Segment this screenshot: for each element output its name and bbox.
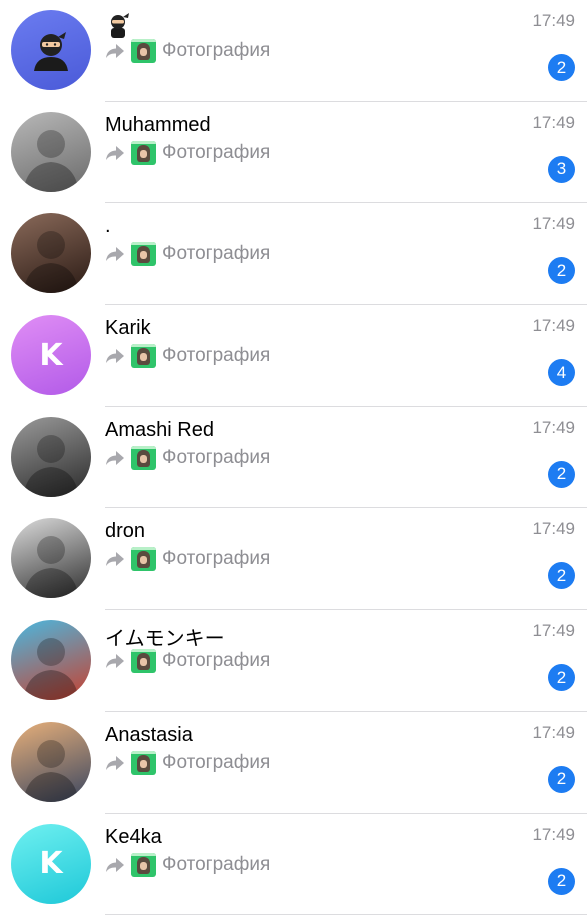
forward-arrow-icon bbox=[106, 247, 124, 262]
row-divider bbox=[105, 914, 587, 916]
chat-time: 17:49 bbox=[532, 722, 575, 742]
preview-text: Фотография bbox=[162, 40, 271, 61]
avatar[interactable] bbox=[11, 721, 91, 802]
photo-thumbnail-icon bbox=[131, 39, 156, 63]
chat-name: Amashi Red bbox=[105, 418, 214, 441]
preview-text: Фотография bbox=[162, 650, 271, 672]
photo-thumbnail-icon bbox=[131, 344, 156, 369]
chat-row[interactable]: Muhammed 17:49 Фотография 3 bbox=[0, 102, 587, 204]
forward-arrow-icon bbox=[106, 349, 124, 364]
chat-name: Anastasia bbox=[105, 723, 193, 746]
photo-thumbnail-icon bbox=[131, 140, 156, 165]
photo-thumbnail-icon bbox=[131, 547, 156, 572]
chat-name: Ke4ka bbox=[105, 825, 162, 848]
chat-time: 17:49 bbox=[532, 316, 575, 336]
chat-row[interactable]: 17:49 Фотография 2 bbox=[0, 0, 587, 102]
chat-row[interactable]: Amashi Red 17:49 Фотография 2 bbox=[0, 407, 587, 509]
chat-name: イムモンキー bbox=[105, 628, 225, 651]
avatar[interactable] bbox=[11, 416, 91, 497]
avatar-photo bbox=[23, 231, 79, 294]
chat-row[interactable]: Anastasia 17:49 Фотография 2 bbox=[0, 712, 587, 814]
message-preview: Фотография bbox=[105, 242, 271, 267]
preview-text: Фотография bbox=[162, 243, 271, 265]
avatar-photo bbox=[23, 434, 79, 497]
chat-row[interactable]: . 17:49 Фотография 2 bbox=[0, 203, 587, 306]
avatar-photo bbox=[23, 739, 79, 802]
forward-arrow-icon bbox=[106, 450, 124, 465]
ninja-avatar-icon bbox=[34, 32, 68, 71]
avatar-photo bbox=[23, 536, 79, 599]
avatar-letter: K bbox=[39, 337, 63, 373]
chat-time: 17:49 bbox=[532, 621, 575, 641]
photo-thumbnail-icon bbox=[131, 242, 156, 267]
preview-text: Фотография bbox=[162, 345, 271, 367]
chat-time: 17:49 bbox=[532, 11, 575, 30]
avatar-letter: K bbox=[39, 846, 63, 881]
unread-badge: 2 bbox=[548, 54, 575, 81]
chat-time: 17:49 bbox=[532, 824, 575, 844]
unread-badge: 3 bbox=[548, 155, 575, 183]
photo-thumbnail-icon bbox=[131, 852, 156, 877]
avatar[interactable] bbox=[11, 111, 91, 192]
unread-badge: 2 bbox=[548, 664, 575, 692]
message-preview: Фотография bbox=[105, 445, 271, 470]
chat-row[interactable]: K Karik 17:49 Фотография 4 bbox=[0, 305, 587, 407]
unread-badge: 2 bbox=[548, 460, 575, 488]
message-preview: Фотография bbox=[105, 750, 271, 775]
avatar-photo bbox=[23, 129, 79, 192]
chat-time: 17:49 bbox=[532, 519, 575, 539]
avatar-photo bbox=[23, 638, 79, 701]
preview-text: Фотография bbox=[162, 853, 271, 875]
chat-time: 17:49 bbox=[532, 214, 575, 234]
chat-name: . bbox=[105, 215, 111, 238]
message-preview: Фотография bbox=[105, 140, 271, 165]
forward-arrow-icon bbox=[106, 857, 124, 872]
photo-thumbnail-icon bbox=[131, 445, 156, 470]
chat-row[interactable]: K Ke4ka 17:49 Фотография 2 bbox=[0, 814, 587, 916]
chat-time: 17:49 bbox=[532, 417, 575, 437]
chat-name: Karik bbox=[105, 317, 151, 340]
message-preview: Фотография bbox=[105, 649, 271, 674]
preview-text: Фотография bbox=[162, 548, 271, 570]
message-preview: Фотография bbox=[105, 547, 271, 572]
preview-text: Фотография bbox=[162, 751, 271, 773]
unread-badge: 2 bbox=[548, 257, 575, 285]
unread-badge: 2 bbox=[548, 562, 575, 590]
chat-name: Muhammed bbox=[105, 113, 211, 136]
chat-list: 17:49 Фотография 2 Muhammed 17:49 Фотограф… bbox=[0, 0, 587, 916]
forward-arrow-icon bbox=[106, 654, 124, 669]
photo-thumbnail-icon bbox=[131, 649, 156, 674]
preview-text: Фотография bbox=[162, 141, 271, 163]
photo-thumbnail-icon bbox=[131, 750, 156, 775]
chat-row[interactable]: イムモンキー 17:49 Фотография 2 bbox=[0, 610, 587, 712]
avatar[interactable] bbox=[11, 518, 91, 599]
chat-name: dron bbox=[105, 520, 146, 543]
message-preview: Фотография bbox=[105, 39, 270, 63]
unread-badge: 4 bbox=[548, 359, 575, 387]
avatar[interactable] bbox=[11, 10, 91, 90]
avatar[interactable] bbox=[11, 620, 91, 701]
forward-arrow-icon bbox=[106, 145, 124, 160]
message-preview: Фотография bbox=[105, 344, 271, 369]
forward-arrow-icon bbox=[106, 44, 124, 58]
avatar[interactable]: K bbox=[11, 315, 91, 396]
unread-badge: 2 bbox=[548, 765, 575, 793]
avatar[interactable] bbox=[11, 213, 91, 294]
ninja-emoji-icon bbox=[111, 13, 129, 38]
chat-time: 17:49 bbox=[532, 112, 575, 132]
message-preview: Фотография bbox=[105, 852, 271, 877]
avatar[interactable]: K bbox=[11, 823, 91, 904]
forward-arrow-icon bbox=[106, 755, 124, 770]
unread-badge: 2 bbox=[548, 867, 575, 895]
preview-text: Фотография bbox=[162, 446, 271, 468]
chat-row[interactable]: dron 17:49 Фотография 2 bbox=[0, 508, 587, 611]
forward-arrow-icon bbox=[106, 552, 124, 567]
